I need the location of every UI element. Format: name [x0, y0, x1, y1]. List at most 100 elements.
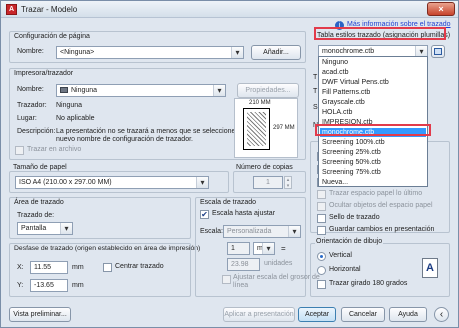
scale-unit-2-label: unidades	[264, 260, 293, 267]
plotter-value: Ninguna	[56, 102, 83, 109]
horizontal-label: Horizontal	[329, 266, 361, 273]
paperspace-last-label: Trazar espacio papel lo último	[329, 190, 423, 197]
equals-icon: =	[281, 244, 286, 253]
autocad-icon: A	[6, 4, 17, 15]
printer-name-label: Nombre:	[17, 86, 44, 93]
fit-to-paper-label: Escala hasta ajustar	[212, 210, 276, 217]
preview-sheet	[243, 108, 270, 150]
printer-name-select[interactable]: Ninguna	[56, 84, 226, 97]
upside-down-checkbox[interactable]	[317, 280, 326, 289]
printer-name-value: Ninguna	[71, 87, 98, 94]
x-offset-input[interactable]: 11.55	[30, 261, 68, 274]
scale-label: Escala:	[200, 228, 223, 235]
vertical-label: Vertical	[329, 252, 352, 259]
printer-group-label: Impresora/trazador	[14, 70, 74, 77]
scale-lineweights-label-1: Ajustar escala del grosor de	[233, 274, 320, 281]
collapse-options-button[interactable]: ‹	[434, 307, 449, 322]
paper-size-select[interactable]: ISO A4 (210.00 x 297.00 MM)	[15, 176, 209, 189]
where-label: Lugar:	[17, 115, 37, 122]
preview-height-label: 297 MM	[273, 125, 295, 131]
paper-size-label: Tamaño de papel	[13, 164, 67, 171]
plot-style-option[interactable]: DWF Virtual Pens.ctb	[320, 78, 426, 87]
help-button[interactable]: Ayuda	[389, 307, 427, 322]
description-label: Descripción:	[17, 128, 56, 135]
side-letter-2: T	[313, 88, 318, 95]
plot-style-option[interactable]: HOLA.ctb	[320, 108, 426, 117]
plot-style-dropdown-list: Ninguno acad.ctb DWF Virtual Pens.ctb Fill …	[318, 56, 428, 187]
orientation-letter: A	[426, 262, 434, 274]
plot-style-option[interactable]: Nueva...	[320, 178, 426, 187]
center-plot-checkbox[interactable]	[103, 263, 112, 272]
y-offset-label: Y:	[17, 282, 24, 289]
copies-input[interactable]: 1	[253, 176, 283, 189]
plot-style-option[interactable]: Screening 75%.ctb	[320, 168, 426, 177]
scale-value-1-input[interactable]: 1	[227, 242, 250, 255]
center-plot-label: Centrar trazado	[115, 263, 164, 270]
scale-lineweights-checkbox[interactable]	[222, 275, 231, 284]
plot-offset-label: Desfase de trazado (origen establecido e…	[14, 245, 201, 252]
window-title: Trazar - Modelo	[21, 5, 78, 14]
save-changes-checkbox[interactable]	[317, 226, 326, 235]
plot-style-option[interactable]: Screening 100%.ctb	[320, 138, 426, 147]
title-bar: A Trazar - Modelo ×	[1, 1, 458, 18]
plot-style-option[interactable]: Screening 25%.ctb	[320, 148, 426, 157]
scale-select[interactable]: Personalizada	[223, 225, 301, 238]
plot-to-file-label: Trazar en archivo	[27, 146, 82, 153]
plot-stamp-label: Sello de trazado	[329, 214, 380, 221]
page-setup-name-select[interactable]: <Ninguna>	[56, 46, 244, 59]
copies-spinner[interactable]: ▴ ▾	[284, 176, 292, 189]
plot-style-edit-button[interactable]	[431, 45, 445, 58]
plot-stamp-checkbox[interactable]	[317, 214, 326, 223]
hide-paperspace-label: Ocultar objetos del espacio papel	[329, 202, 433, 209]
plot-what-select[interactable]: Pantalla	[17, 222, 73, 235]
apply-to-layout-button[interactable]: Aplicar a presentación	[223, 307, 295, 322]
ok-button[interactable]: Aceptar	[298, 307, 336, 322]
x-offset-label: X:	[17, 264, 24, 271]
cancel-button[interactable]: Cancelar	[341, 307, 385, 322]
plot-area-label: Área de trazado	[14, 199, 64, 206]
orientation-preview-icon: A	[422, 258, 438, 278]
plot-to-file-checkbox[interactable]	[15, 146, 24, 155]
plot-style-option[interactable]: Screening 50%.ctb	[320, 158, 426, 167]
selected-option-highlight	[315, 124, 431, 136]
horizontal-radio[interactable]	[317, 266, 326, 275]
scale-unit-select[interactable]: mm	[253, 242, 275, 255]
where-value: No aplicable	[56, 115, 95, 122]
fit-to-paper-checkbox[interactable]: ✔	[200, 210, 209, 219]
add-page-setup-button[interactable]: Añadir...	[251, 45, 301, 60]
save-changes-label: Guardar cambios en presentación	[329, 226, 435, 233]
preview-button[interactable]: Vista preliminar...	[9, 307, 71, 322]
description-line-2: nuevo nombre de configuración de trazado…	[56, 136, 193, 143]
close-button[interactable]: ×	[427, 2, 455, 16]
plot-dialog: A Trazar - Modelo × i Más información so…	[0, 0, 459, 328]
paperspace-last-checkbox[interactable]	[317, 190, 326, 199]
plot-what-label: Trazado de:	[17, 212, 55, 219]
orientation-label: Orientación de dibujo	[315, 238, 384, 245]
preview-width-label: 210 MM	[249, 100, 271, 106]
plot-style-option[interactable]: acad.ctb	[320, 68, 426, 77]
plot-style-option[interactable]: Ninguno	[320, 58, 426, 67]
y-offset-unit: mm	[72, 282, 84, 289]
preview-hatch	[247, 112, 266, 146]
hide-paperspace-checkbox[interactable]	[317, 202, 326, 211]
upside-down-label: Trazar girado 180 grados	[329, 280, 408, 287]
plot-style-highlight	[314, 27, 446, 40]
plotter-label: Trazador:	[17, 102, 47, 109]
copies-label: Número de copias	[236, 164, 293, 171]
paper-preview: 210 MM 297 MM	[234, 98, 298, 158]
plot-scale-label: Escala de trazado	[200, 199, 257, 206]
edit-icon	[434, 47, 442, 55]
page-setup-label: Configuración de página	[14, 33, 90, 40]
vertical-radio[interactable]	[317, 252, 326, 261]
page-setup-name-label: Nombre:	[17, 48, 44, 55]
description-line-1: La presentación no se trazará a menos qu…	[56, 128, 246, 135]
y-offset-input[interactable]: -13.65	[30, 279, 68, 292]
scale-lineweights-label-2: línea	[233, 282, 249, 289]
side-letter-3: S	[313, 104, 318, 111]
scale-value-2-input[interactable]: 23.98	[227, 258, 260, 271]
plot-style-option[interactable]: Fill Patterns.ctb	[320, 88, 426, 97]
properties-button[interactable]: Propiedades...	[237, 83, 299, 98]
plot-style-option[interactable]: Grayscale.ctb	[320, 98, 426, 107]
collapse-arrow-icon: ‹	[439, 309, 444, 320]
printer-icon	[60, 87, 68, 93]
